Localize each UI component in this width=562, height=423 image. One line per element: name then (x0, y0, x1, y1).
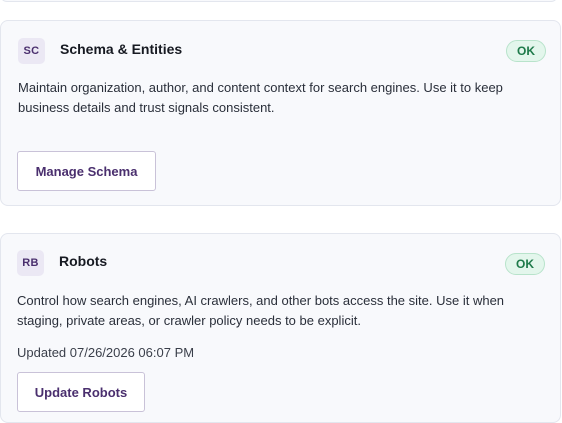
robots-badge: RB (17, 250, 44, 276)
manage-schema-button[interactable]: Manage Schema (17, 151, 156, 191)
status-badge: OK (506, 40, 546, 62)
update-robots-button[interactable]: Update Robots (17, 372, 145, 412)
card-description: Maintain organization, author, and conte… (18, 78, 503, 118)
card-title: Robots (59, 253, 108, 269)
robots-card: RB Robots OK Control how search engines,… (0, 233, 561, 423)
card-title: Schema & Entities (60, 41, 183, 57)
description-line: Control how search engines, AI crawlers,… (17, 293, 505, 308)
updated-timestamp: Updated 07/26/2026 06:07 PM (17, 345, 195, 360)
card-description: Control how search engines, AI crawlers,… (17, 291, 504, 331)
description-line: Maintain organization, author, and conte… (18, 80, 503, 95)
status-badge: OK (505, 253, 545, 275)
description-line: staging, private areas, or crawler polic… (17, 313, 361, 328)
schema-badge: SC (18, 38, 45, 64)
description-line: business details and trust signals consi… (18, 100, 275, 115)
schema-entities-card: SC Schema & Entities OK Maintain organiz… (0, 20, 561, 206)
previous-card-edge (0, 0, 558, 2)
